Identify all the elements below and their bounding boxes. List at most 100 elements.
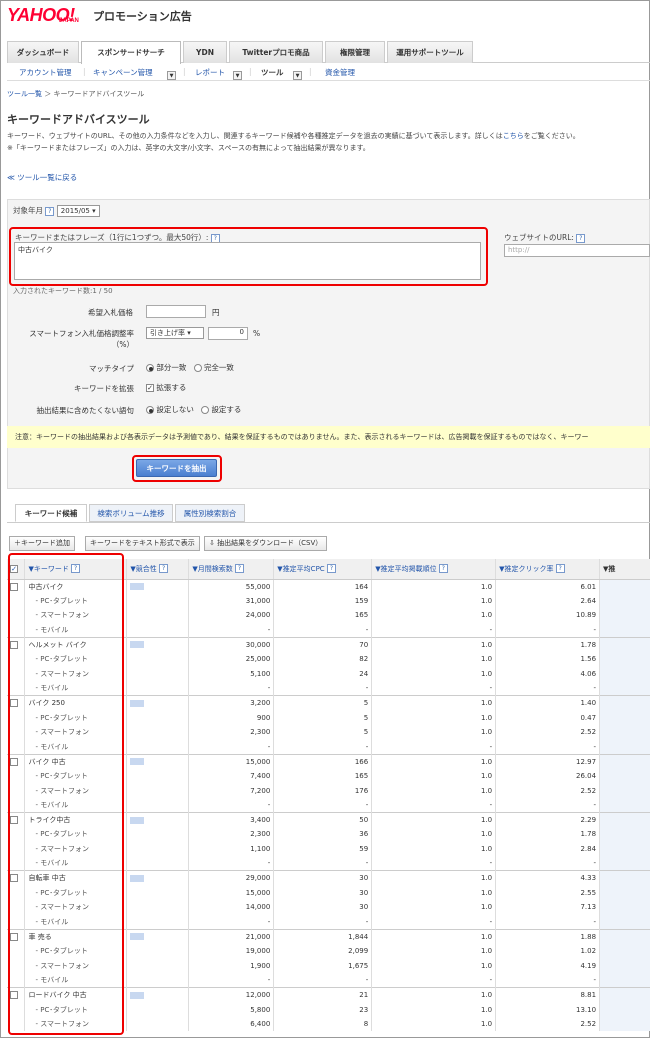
- tab-permissions[interactable]: 権限管理: [325, 41, 385, 63]
- add-keyword-button[interactable]: ＋キーワード追加: [9, 536, 75, 551]
- value-cell: 1.0: [371, 1016, 497, 1032]
- subnav-funds[interactable]: 資金管理: [325, 67, 355, 78]
- value-cell: 36: [273, 827, 373, 842]
- value-cell: 50: [273, 812, 373, 828]
- value-cell: 13.10: [495, 1002, 601, 1017]
- col-position[interactable]: ▼推定平均掲載順位 ?: [371, 559, 497, 580]
- value-cell: 1.78: [495, 827, 601, 842]
- value-cell: 1.0: [371, 768, 497, 784]
- col-more[interactable]: ▼推: [599, 559, 650, 580]
- match-partial-radio[interactable]: [146, 364, 154, 372]
- value-cell: -: [273, 856, 373, 871]
- tab-search-volume[interactable]: 検索ボリューム推移: [89, 504, 173, 522]
- value-cell: 23: [273, 1002, 373, 1017]
- value-cell: 1.0: [371, 608, 497, 623]
- target-month-select[interactable]: 2015/05 ▾: [56, 205, 100, 217]
- value-cell: 1.0: [371, 928, 497, 944]
- help-icon[interactable]: ?: [234, 564, 244, 574]
- value-cell: 7,200: [188, 783, 275, 798]
- competition-bar: [130, 699, 145, 707]
- exclude-on-radio[interactable]: [201, 406, 210, 414]
- value-cell: 15,000: [188, 753, 275, 769]
- value-cell: 2.64: [495, 593, 601, 609]
- help-icon[interactable]: ?: [159, 564, 169, 574]
- website-url-input[interactable]: http://: [504, 244, 650, 257]
- value-cell: 7,400: [188, 768, 275, 784]
- expand-label: キーワードを拡張: [74, 384, 134, 393]
- value-cell: -: [273, 914, 373, 930]
- col-ctr[interactable]: ▼推定クリック率 ?: [495, 559, 601, 580]
- keyword-textarea[interactable]: 中古バイク: [14, 242, 481, 280]
- value-cell: 12.97: [495, 753, 601, 769]
- sp-adjust-input[interactable]: 0: [208, 327, 248, 340]
- col-monthly-searches[interactable]: ▼月間検索数 ?: [188, 559, 275, 580]
- value-cell: 1.0: [371, 666, 497, 682]
- chevron-down-icon[interactable]: ▼: [233, 71, 242, 80]
- yahoo-logo-sub: JAPAN: [59, 18, 79, 24]
- value-cell: 1.0: [371, 593, 497, 609]
- breadcrumb-tools[interactable]: ツール一覧: [7, 90, 42, 98]
- extract-keywords-button[interactable]: キーワードを抽出: [136, 459, 217, 477]
- bid-input[interactable]: [146, 305, 206, 318]
- tab-sponsored-search[interactable]: スポンサードサーチ: [81, 41, 181, 64]
- sp-adjust-select[interactable]: 引き上げ率 ▾: [146, 327, 204, 339]
- value-cell: 1.0: [371, 812, 497, 828]
- value-cell: 25,000: [188, 651, 275, 667]
- chevron-down-icon[interactable]: ▼: [293, 71, 302, 80]
- value-cell: 19,000: [188, 943, 275, 959]
- subnav-tool[interactable]: ツール: [261, 67, 284, 78]
- tab-ydn[interactable]: YDN: [183, 41, 227, 63]
- col-competition[interactable]: ▼競合性 ?: [126, 559, 190, 580]
- website-label: ウェブサイトのURL: ?: [504, 232, 586, 243]
- match-type-label: マッチタイプ: [89, 364, 134, 373]
- value-cell: 2,300: [188, 827, 275, 842]
- tab-dashboard[interactable]: ダッシュボード: [7, 41, 79, 63]
- value-cell: 1.0: [371, 636, 497, 652]
- value-cell: 30: [273, 900, 373, 915]
- value-cell: -: [188, 739, 275, 755]
- value-cell: -: [273, 797, 373, 813]
- value-cell: 24,000: [188, 608, 275, 623]
- value-cell: 1.0: [371, 827, 497, 842]
- help-icon[interactable]: ?: [326, 564, 336, 574]
- download-csv-button[interactable]: ⇩ 抽出結果をダウンロード（CSV）: [204, 536, 328, 551]
- tab-keyword-candidates[interactable]: キーワード候補: [15, 504, 87, 522]
- value-cell: 1.0: [371, 885, 497, 901]
- col-cpc[interactable]: ▼推定平均CPC ?: [273, 559, 373, 580]
- competition-cell: [126, 753, 190, 769]
- subnav-report[interactable]: レポート: [195, 67, 225, 78]
- value-cell: -: [188, 973, 275, 988]
- value-cell: 10.89: [495, 608, 601, 623]
- value-cell: 1.56: [495, 651, 601, 667]
- help-icon[interactable]: ?: [45, 206, 55, 216]
- tab-attribute-ratio[interactable]: 属性別検索割合: [175, 504, 245, 522]
- details-link[interactable]: こちら: [503, 132, 524, 140]
- help-icon[interactable]: ?: [438, 564, 448, 574]
- value-cell: -: [495, 856, 601, 871]
- value-cell: 1.02: [495, 943, 601, 959]
- subnav-campaign[interactable]: キャンペーン管理: [93, 67, 153, 78]
- value-cell: 59: [273, 841, 373, 857]
- value-cell: -: [188, 914, 275, 930]
- value-cell: 2.55: [495, 885, 601, 901]
- value-cell: 2.84: [495, 841, 601, 857]
- match-exact-radio[interactable]: [193, 364, 202, 372]
- value-cell: 21,000: [188, 928, 275, 944]
- chevron-down-icon[interactable]: ▼: [167, 71, 176, 80]
- expand-checkbox[interactable]: ✓: [146, 384, 154, 392]
- text-format-button[interactable]: キーワードをテキスト形式で表示: [85, 536, 200, 551]
- exclude-options: 設定しない 設定する: [146, 404, 241, 415]
- value-cell: 5,800: [188, 1002, 275, 1017]
- help-icon[interactable]: ?: [576, 233, 586, 243]
- value-cell: -: [188, 797, 275, 813]
- value-cell: -: [371, 856, 497, 871]
- tab-support-tools[interactable]: 運用サポートツール: [387, 41, 473, 63]
- help-icon[interactable]: ?: [555, 564, 565, 574]
- competition-bar: [130, 758, 145, 766]
- value-cell: 3,400: [188, 812, 275, 828]
- tab-twitter[interactable]: Twitterプロモ商品: [229, 41, 323, 63]
- value-cell: 8: [273, 1016, 373, 1032]
- subnav-account[interactable]: アカウント管理: [19, 67, 72, 78]
- exclude-off-radio[interactable]: [146, 406, 154, 414]
- back-to-tools-link[interactable]: ≪ ツール一覧に戻る: [7, 172, 77, 183]
